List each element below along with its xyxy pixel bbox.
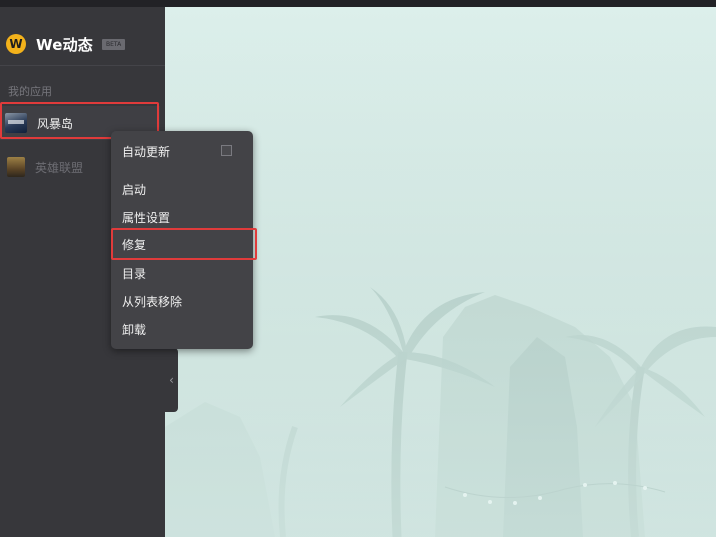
menu-item-auto-update[interactable]: 自动更新 <box>111 139 253 163</box>
menu-label: 属性设置 <box>122 210 171 225</box>
window-top-bar <box>0 0 716 7</box>
menu-item-uninstall[interactable]: 卸载 <box>111 317 253 341</box>
menu-label: 目录 <box>122 266 147 281</box>
my-apps-label: 我的应用 <box>8 85 52 98</box>
menu-item-directory[interactable]: 目录 <box>111 261 253 285</box>
lol-game-icon <box>7 157 25 177</box>
we-logo-icon: W <box>6 34 26 54</box>
menu-item-launch[interactable]: 启动 <box>111 177 253 201</box>
chevron-left-icon: ‹ <box>169 373 174 387</box>
auto-update-checkbox[interactable] <box>221 145 232 156</box>
app-label: 英雄联盟 <box>35 160 84 175</box>
brand-name: We动态 <box>36 35 93 54</box>
menu-item-remove-from-list[interactable]: 从列表移除 <box>111 289 253 313</box>
menu-item-properties[interactable]: 属性设置 <box>111 205 253 229</box>
menu-label: 从列表移除 <box>122 294 183 309</box>
menu-label: 启动 <box>122 182 147 197</box>
menu-label: 自动更新 <box>122 144 171 159</box>
brand-header: W We动态 BETA <box>6 33 126 55</box>
beta-badge: BETA <box>101 38 126 50</box>
repair-item-highlight <box>111 228 257 260</box>
menu-label: 卸载 <box>122 322 147 337</box>
sidebar-collapse-button[interactable]: ‹ <box>165 348 178 412</box>
sidebar-divider <box>0 65 165 66</box>
